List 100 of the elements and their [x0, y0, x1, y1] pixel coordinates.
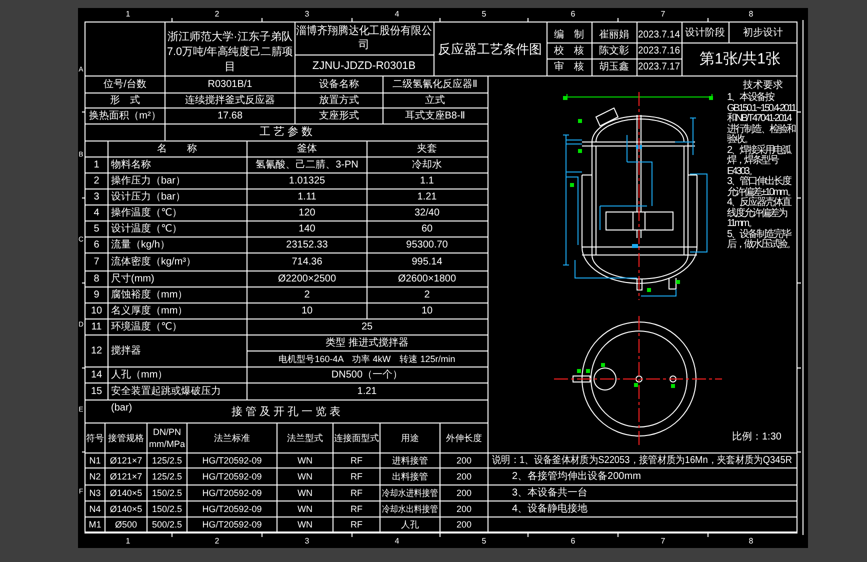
- sign-date: 2023.7.17: [638, 62, 682, 72]
- field-value: 连续搅拌釜式反应器: [185, 95, 275, 106]
- table-cell: WN: [298, 456, 312, 466]
- table-cell: HG/T20592-09: [202, 456, 262, 466]
- row-number: 6: [94, 240, 100, 250]
- column-header: 法兰型式: [287, 432, 323, 444]
- table-cell: 150/2.5: [152, 504, 182, 514]
- parameter-name: 设计压力（bar）: [111, 192, 186, 202]
- parameter-value: 类型 推进式搅拌器: [326, 338, 408, 348]
- row-number: 15: [90, 386, 102, 397]
- field-label: 换热面积（m²）: [89, 110, 161, 122]
- table-cell: 125/2.5: [152, 456, 182, 466]
- field-label: 支座形式: [319, 110, 359, 122]
- table-cell: 200: [456, 472, 472, 482]
- requirement-text: 4、反应器壳体直线度允许偏差为11mm。: [727, 198, 792, 229]
- parameter-value: 1.21: [357, 386, 377, 397]
- field-value: 立式: [425, 95, 445, 106]
- table-cell: M1: [88, 520, 102, 530]
- column-header: 夹套: [417, 144, 437, 154]
- parameter-value: 2: [304, 290, 310, 300]
- table-cell: 150/2.5: [152, 488, 182, 498]
- parameter-value: 1.11: [298, 192, 316, 202]
- row-number: 12: [90, 346, 102, 356]
- parameter-name: 物料名称: [111, 160, 151, 170]
- note-text: 3、本设备共一台: [512, 488, 588, 498]
- parameter-value: 1.21: [417, 192, 437, 202]
- row-number: 9: [94, 290, 100, 300]
- parameter-value: 25: [361, 322, 373, 332]
- column-header: 外伸长度: [446, 432, 482, 444]
- requirement-text: 5、设备制造完毕后，做水压试验。: [727, 230, 796, 250]
- parameter-name: 名义厚度（mm）: [111, 306, 188, 316]
- parameter-value: 140: [298, 224, 316, 234]
- table-cell: 500/2.5: [152, 520, 182, 530]
- parameter-value: 冷却水: [412, 160, 442, 170]
- parameter-name: (bar): [111, 402, 132, 414]
- table-cell: 进料接管: [392, 456, 428, 466]
- stage-label: 设计阶段: [685, 28, 725, 38]
- table-cell: N1: [89, 456, 101, 466]
- column-number: 2: [214, 10, 220, 18]
- row-number: 11: [91, 322, 102, 332]
- parameter-value: 120: [298, 208, 316, 218]
- column-number: 8: [748, 10, 754, 18]
- parameter-value: 23152.33: [286, 240, 328, 250]
- table-cell: N2: [89, 472, 101, 482]
- row-number: 4: [94, 208, 100, 218]
- parameter-name: 环境温度（℃）: [111, 322, 182, 332]
- table-cell: 200: [456, 504, 472, 514]
- role-label: 校 核: [554, 46, 584, 56]
- row-number: 8: [94, 274, 100, 284]
- table-cell: RF: [350, 456, 362, 466]
- table-cell: RF: [350, 472, 362, 482]
- note-text: 2、各接管均伸出设备200mm: [512, 471, 641, 482]
- row-number: 10: [90, 306, 102, 316]
- column-header: 用途: [401, 432, 419, 444]
- table-cell: HG/T20592-09: [202, 520, 262, 530]
- signer-name: 崔丽娟: [599, 30, 629, 40]
- parameter-value: 95300.70: [406, 240, 448, 250]
- column-number: 4: [394, 536, 400, 546]
- company-name: 司: [358, 39, 370, 51]
- field-label: 放置方式: [319, 95, 359, 106]
- row-number: 7: [94, 256, 100, 268]
- parameter-value: 2: [424, 290, 430, 300]
- requirement-text: 3、管口伸出长度允许偏差±10mm。: [727, 177, 796, 198]
- parameter-value: DN500（一个）: [331, 370, 403, 380]
- project-name: 浙江师范大学·江东子弟队: [168, 31, 292, 43]
- field-label: 位号/台数: [104, 79, 146, 90]
- row-number: 5: [94, 224, 100, 234]
- role-label: 编 制: [554, 30, 584, 40]
- requirements-title: 技术要求: [742, 78, 784, 92]
- field-value: 二级氢氰化反应器Ⅱ: [392, 79, 478, 90]
- column-number: 3: [304, 10, 310, 18]
- column-header: 名 称: [157, 144, 197, 154]
- table-cell: Ø500: [114, 520, 138, 530]
- signer-name: 陈文彰: [599, 46, 629, 56]
- project-name: 7.0万吨/年高纯度己二腈项: [167, 46, 296, 58]
- drawing-number: ZJNU-JDZD-R0301B: [312, 60, 416, 72]
- table-cell: WN: [298, 520, 312, 530]
- parameter-value: 10: [301, 306, 313, 316]
- parameter-value: Ø2200×2500: [278, 274, 336, 284]
- table-cell: Ø121×7: [110, 472, 142, 482]
- row-number: 2: [94, 176, 100, 186]
- column-number: 4: [394, 10, 400, 18]
- parameter-value: Ø2600×1800: [398, 274, 456, 284]
- table-cell: WN: [298, 472, 312, 482]
- sign-date: 2023.7.16: [638, 46, 682, 56]
- column-number: 6: [570, 10, 576, 18]
- column-number: 5: [482, 536, 486, 546]
- table-cell: 125/2.5: [152, 472, 182, 482]
- parameter-value: 995.14: [412, 256, 442, 268]
- parameter-value: 60: [421, 224, 433, 234]
- parameter-name: 操作温度（℃）: [111, 208, 182, 218]
- field-label: 形 式: [110, 95, 140, 106]
- role-label: 审 核: [554, 62, 584, 72]
- note-text: 说明：1、设备釜体材质为S22053，接管材质为16Mn，夹套材质为Q345R: [492, 455, 819, 466]
- parameter-name: 操作压力（bar）: [111, 176, 186, 186]
- table-cell: RF: [350, 504, 362, 514]
- table-cell: WN: [298, 488, 312, 498]
- drawing-title: 反应器工艺条件图: [438, 42, 542, 56]
- requirement-text: 1、本设备按GB150.1~150.4-2011和NB/T47041-2014进行制造、检验和验收。: [727, 93, 797, 145]
- column-number: 1: [126, 536, 130, 546]
